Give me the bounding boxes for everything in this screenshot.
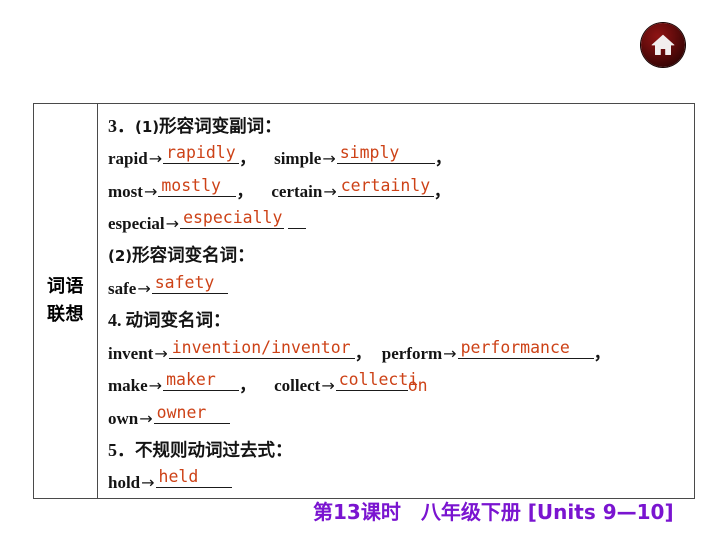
section-3-number: 4. <box>108 310 122 331</box>
section-heading-2: (2)形容词变名词： <box>108 240 694 272</box>
table-content-cell: 3．(1)形容词变副词： rapid→ rapidly， simple→ simply… <box>98 104 694 498</box>
section-4-text: 不规则动词过去式： <box>135 440 293 461</box>
section-heading-1: 3．(1)形容词变副词： <box>108 110 694 142</box>
answer-simply: simply <box>339 143 400 163</box>
word-certain: certain <box>271 181 323 201</box>
arrow-icon: → <box>141 473 155 493</box>
arrow-icon: → <box>321 376 335 396</box>
section-heading-3: 4. 动词变名词： <box>108 304 694 336</box>
comma-4: ， <box>433 181 451 201</box>
answer-collection: collecti <box>338 370 419 390</box>
lesson-banner: 第13课时 八年级下册 [Units 9—10] <box>313 500 674 524</box>
table-label-line1: 词语 <box>47 276 84 297</box>
comma-5: ， <box>354 343 372 363</box>
comma-2: ， <box>434 149 452 169</box>
blank-collection[interactable]: collecti <box>335 369 418 392</box>
section-1-sub: (1) <box>135 118 160 136</box>
arrow-icon: → <box>322 149 336 169</box>
arrow-icon: → <box>165 214 180 234</box>
section-2-sub: (2) <box>108 246 133 265</box>
word-rapid: rapid <box>108 149 148 169</box>
entry-row-make-collect: make→ maker， collect→ collecti on <box>108 369 694 401</box>
word-invent: invent <box>108 343 154 363</box>
arrow-icon: → <box>148 149 163 169</box>
word-perform: perform <box>381 343 443 363</box>
blank-simply[interactable]: simply <box>336 142 435 165</box>
word-make: make <box>108 376 148 396</box>
entry-row-invent-perform: invent→ invention/inventor， perform→ perfor… <box>108 337 694 369</box>
answer-certainly: certainly <box>340 175 431 195</box>
answer-mostly: mostly <box>161 175 221 195</box>
answer-especially: especially <box>183 208 283 228</box>
blank-held[interactable]: held <box>155 466 232 489</box>
arrow-icon: → <box>148 376 163 396</box>
answer-invention: invention/inventor <box>171 337 351 357</box>
entry-row-own: own→ owner <box>108 402 694 434</box>
arrow-icon: → <box>137 278 151 298</box>
comma-1: ， <box>239 149 257 169</box>
house-glyph <box>651 34 675 55</box>
comma-7: ， <box>239 376 257 396</box>
word-especial: especial <box>108 214 165 234</box>
blank-owner[interactable]: owner <box>153 402 230 424</box>
answer-performance: performance <box>460 337 570 357</box>
blank-invention[interactable]: invention/inventor <box>168 337 355 359</box>
section-2-text: 形容词变名词： <box>132 245 255 266</box>
blank-especially[interactable]: especially <box>180 207 285 230</box>
blank-certainly[interactable]: certainly <box>337 175 434 197</box>
comma-6: ， <box>593 343 611 363</box>
word-simple: simple <box>274 149 322 169</box>
blank-performance[interactable]: performance <box>457 337 594 359</box>
answer-safety: safety <box>154 272 215 292</box>
blank-rapidly[interactable]: rapidly <box>163 142 240 165</box>
entry-row-rapid-simple: rapid→ rapidly， simple→ simply， <box>108 142 694 174</box>
blank-safety[interactable]: safety <box>151 272 228 294</box>
arrow-icon: → <box>139 408 153 428</box>
section-3-text: 动词变名词： <box>125 311 231 332</box>
answer-rapidly: rapidly <box>166 143 236 163</box>
home-icon[interactable] <box>641 23 685 67</box>
word-hold: hold <box>108 473 141 493</box>
word-collect: collect <box>274 376 321 396</box>
section-1-number: 3． <box>108 116 135 136</box>
entry-row-especial: especial→ especially <box>108 207 694 239</box>
table-label-cell: 词语 联想 <box>34 104 98 498</box>
word-safe: safe <box>108 278 137 298</box>
entry-row-safe: safe→ safety <box>108 272 694 304</box>
arrow-icon: → <box>323 181 337 201</box>
section-1-text: 形容词变副词： <box>159 117 282 137</box>
answer-maker: maker <box>166 370 216 390</box>
word-own: own <box>108 408 139 428</box>
comma-3: ， <box>236 181 254 201</box>
arrow-icon: → <box>143 181 158 201</box>
entry-row-hold: hold→ held <box>108 466 694 498</box>
vocabulary-table: 词语 联想 3．(1)形容词变副词： rapid→ rapidly， simple→… <box>33 103 695 499</box>
section-heading-4: 5．不规则动词过去式： <box>108 434 694 466</box>
arrow-icon: → <box>443 343 457 363</box>
table-label-line2: 联想 <box>47 304 84 325</box>
section-4-number: 5． <box>108 439 135 460</box>
blank-mostly[interactable]: mostly <box>158 175 237 197</box>
answer-owner: owner <box>156 402 207 422</box>
blank-maker[interactable]: maker <box>163 369 240 392</box>
arrow-icon: → <box>154 343 168 363</box>
answer-held: held <box>158 467 199 487</box>
entry-row-most-certain: most→ mostly， certain→ certainly， <box>108 175 694 207</box>
blank-tail-segment <box>288 207 307 230</box>
word-most: most <box>108 181 143 201</box>
